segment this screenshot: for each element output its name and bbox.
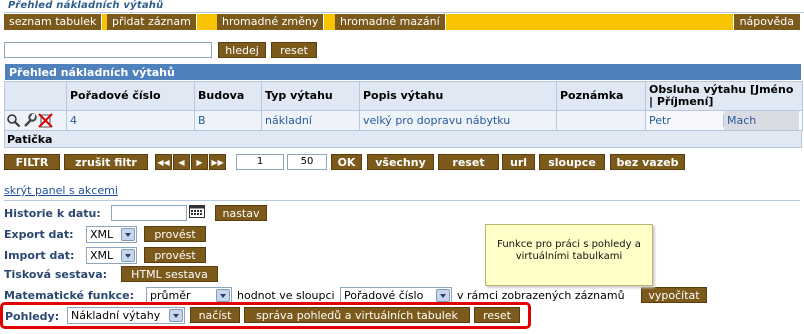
header-description[interactable]: Popis výtahu [359,81,557,111]
menu-bulk-changes[interactable]: hromadné změny [217,14,325,30]
cell-note [556,110,646,131]
views-highlight-box [0,302,531,329]
next-page-icon[interactable]: ▶ [191,154,208,170]
import-label: Import dat: [4,249,75,262]
html-report-button[interactable]: HTML sestava [121,266,218,282]
data-table: Přehled nákladních výtahů Pořadové číslo… [4,63,803,148]
export-format-value: XML [90,228,114,241]
cell-type: nákladní [261,110,360,131]
annotation-callout: Funkce pro práci s pohledy a virtuálními… [485,224,653,286]
menu-table-list[interactable]: seznam tabulek [4,14,103,30]
columns-button[interactable]: sloupce [539,154,605,170]
menu-bar: seznam tabulek přidat záznam hromadné zm… [4,14,800,30]
chevron-down-icon [436,289,450,302]
export-button[interactable]: provést [144,226,206,242]
menu-add-record[interactable]: přidat záznam [107,14,197,30]
cell-last-name[interactable]: Mach [724,111,799,130]
cell-building: B [194,110,262,131]
cell-number[interactable]: 4 [66,110,195,131]
import-button[interactable]: provést [144,247,206,263]
menu-bulk-delete[interactable]: hromadné mazání [335,14,446,30]
no-links-button[interactable]: bez vazeb [610,154,685,170]
table-footer: Patička [4,131,802,148]
page-title: Přehled nákladních výtahů [8,0,164,11]
url-button[interactable]: url [502,154,535,170]
calculate-button[interactable]: vypočítat [641,287,707,303]
hide-panel-link[interactable]: skrýt panel s akcemi [4,184,118,197]
search-input[interactable] [4,42,212,58]
magnifier-icon[interactable] [6,113,21,128]
cell-service: Petr Mach [645,110,803,131]
reset-button[interactable]: reset [438,154,499,170]
chevron-down-icon [216,289,230,302]
math-label: Matematické funkce: [4,289,134,302]
math-column-value: Pořadové číslo [344,289,424,302]
search-reset-button[interactable]: reset [271,42,317,58]
all-button[interactable]: všechny [367,154,434,170]
actions-divider [4,200,800,201]
calendar-icon[interactable] [189,205,205,218]
chevron-down-icon [121,228,135,241]
delete-icon[interactable] [38,113,53,128]
help-button[interactable]: nápověda [732,14,800,30]
export-label: Export dat: [4,228,74,241]
cell-description: velký pro dopravu nábytku [359,110,557,131]
first-page-icon[interactable]: ◀◀ [155,154,172,170]
history-date-input[interactable] [111,205,187,221]
wrench-icon[interactable] [22,113,37,128]
per-page-input[interactable]: 50 [287,154,327,170]
table-header-row: Pořadové číslo Budova Typ výtahu Popis v… [4,81,803,111]
header-type[interactable]: Typ výtahu [261,81,360,111]
export-format-select[interactable]: XML [86,226,137,243]
import-format-value: XML [90,249,114,262]
previous-page-icon[interactable]: ◀ [173,154,190,170]
chevron-down-icon [121,249,135,262]
page-number-input[interactable]: 1 [236,154,284,170]
math-function-value: průměr [150,289,191,302]
import-format-select[interactable]: XML [86,247,137,264]
history-set-button[interactable]: nastav [215,205,267,221]
history-label: Historie k datu: [4,207,101,220]
header-service[interactable]: Obsluha výtahu [Jméno | Příjmení] [645,81,803,111]
header-number[interactable]: Pořadové číslo [66,81,195,111]
title-divider [4,12,804,13]
header-note[interactable]: Poznámka [556,81,646,111]
cell-first-name[interactable]: Petr [646,114,724,127]
last-page-icon[interactable]: ▶▶ [209,154,226,170]
math-text-scope: v rámci zobrazených záznamů [457,289,625,302]
math-text-column: hodnot ve sloupci [237,289,335,302]
print-label: Tisková sestava: [4,268,108,281]
table-row: 4 B nákladní velký pro dopravu nábytku P… [4,110,803,131]
search-button[interactable]: hledej [218,42,266,58]
filter-button[interactable]: FILTR [4,154,60,170]
header-actions [4,81,67,111]
table-caption: Přehled nákladních výtahů [4,63,802,81]
ok-button[interactable]: OK [331,154,362,170]
row-action-icons [4,110,67,131]
clear-filter-button[interactable]: zrušit filtr [64,154,148,170]
header-building[interactable]: Budova [194,81,262,111]
